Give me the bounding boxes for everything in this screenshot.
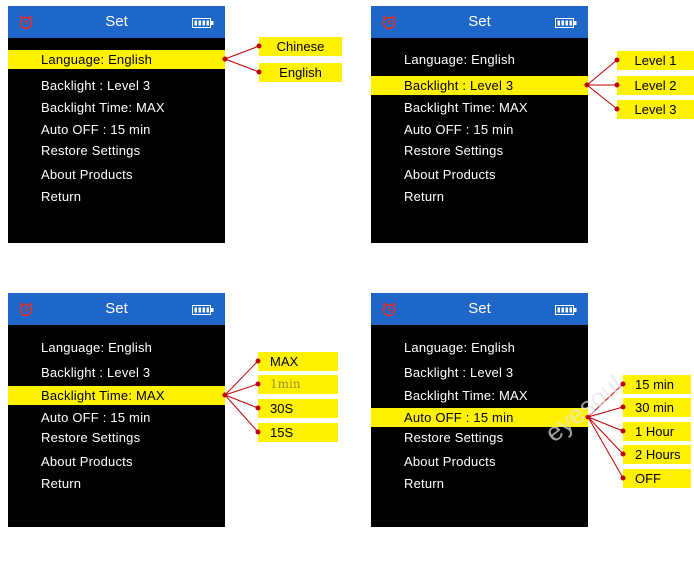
menu-item-backlight-time[interactable]: Backlight Time: MAX [8,98,225,117]
battery-icon [192,18,214,28]
menu-item-return[interactable]: Return [8,474,225,493]
header-bar: Set [371,6,588,38]
menu-item-language[interactable]: Language: English [371,50,588,69]
menu-item-about-products[interactable]: About Products [8,165,225,184]
device-screen-language: Set Language: English Backlight : Level … [8,6,225,243]
option-level-1[interactable]: Level 1 [617,51,694,70]
menu-item-auto-off[interactable]: Auto OFF : 15 min [371,120,588,139]
menu-item-auto-off[interactable]: Auto OFF : 15 min [8,120,225,139]
menu-item-backlight[interactable]: Backlight : Level 3 [371,363,588,382]
menu-item-about-products[interactable]: About Products [8,452,225,471]
connector-line [224,45,260,60]
device-screen-backlight: Set Language: English Backlight : Level … [371,6,588,243]
option-1min[interactable]: 1min [258,375,338,394]
option-15s[interactable]: 15S [258,423,338,442]
connector-line [224,360,259,396]
menu-item-backlight-time[interactable]: Backlight Time: MAX [8,386,225,405]
header-bar: Set [8,293,225,325]
connector-line [224,58,260,73]
menu-item-backlight[interactable]: Backlight : Level 3 [8,76,225,95]
menu-item-language[interactable]: Language: English [8,338,225,357]
battery-icon [192,305,214,315]
option-english[interactable]: English [259,63,342,82]
option-max[interactable]: MAX [258,352,338,371]
menu-item-backlight-time[interactable]: Backlight Time: MAX [371,98,588,117]
menu-item-return[interactable]: Return [8,187,225,206]
option-level-2[interactable]: Level 2 [617,76,694,95]
device-screen-backlight-time: Set Language: English Backlight : Level … [8,293,225,527]
menu-item-backlight[interactable]: Backlight : Level 3 [371,76,588,95]
battery-icon [555,18,577,28]
header-bar: Set [371,293,588,325]
connector-line [586,84,618,110]
connector-line [224,394,259,433]
menu-item-about-products[interactable]: About Products [371,165,588,184]
option-30s[interactable]: 30S [258,399,338,418]
battery-icon [555,305,577,315]
menu-item-backlight-time[interactable]: Backlight Time: MAX [371,386,588,405]
connector-line [224,383,259,396]
menu-item-language[interactable]: Language: English [8,50,225,69]
menu-item-restore-settings[interactable]: Restore Settings [8,428,225,447]
menu-item-language[interactable]: Language: English [371,338,588,357]
option-level-3[interactable]: Level 3 [617,100,694,119]
option-chinese[interactable]: Chinese [259,37,342,56]
menu-item-return[interactable]: Return [371,187,588,206]
header-bar: Set [8,6,225,38]
menu-item-restore-settings[interactable]: Restore Settings [8,141,225,160]
connector-line [586,59,618,86]
connector-line [224,394,259,409]
menu-item-auto-off[interactable]: Auto OFF : 15 min [8,408,225,427]
menu-item-restore-settings[interactable]: Restore Settings [371,141,588,160]
menu-item-backlight[interactable]: Backlight : Level 3 [8,363,225,382]
